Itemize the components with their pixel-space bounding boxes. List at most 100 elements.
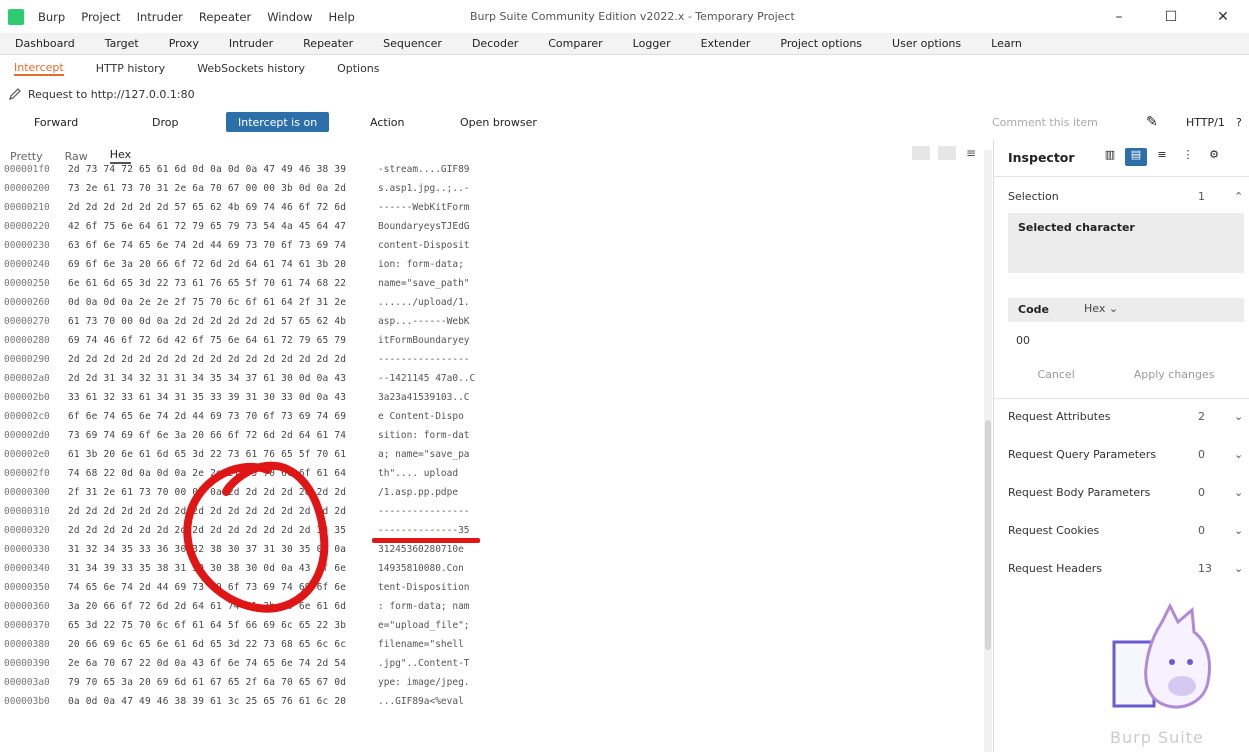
tab-raw[interactable]: Raw — [65, 150, 88, 163]
tab-options[interactable]: Options — [337, 62, 379, 75]
hex-off: 00000290 — [4, 354, 50, 365]
menu-intruder[interactable]: Intruder — [137, 10, 183, 24]
hex-ascii: ---------------- — [378, 354, 470, 365]
menu-project[interactable]: Project — [81, 10, 120, 24]
hex-row[interactable]: 00000260 0d 0a 0d 0a 2e 2e 2f 75 70 6c 6f… — [0, 297, 490, 315]
hex-row[interactable]: 000003a0 79 70 65 3a 20 69 6d 61 67 65 2f… — [0, 677, 490, 695]
layout-stack-icon[interactable] — [938, 146, 956, 160]
layout-split-icon[interactable] — [912, 146, 930, 160]
hex-row[interactable]: 000002c0 6f 6e 74 65 6e 74 2d 44 69 73 70… — [0, 411, 490, 429]
chevron-down-icon[interactable]: ⌄ — [1234, 524, 1243, 537]
hex-row[interactable]: 00000280 69 74 46 6f 72 6d 42 6f 75 6e 64… — [0, 335, 490, 353]
hex-ascii: ---------------- — [378, 506, 470, 517]
tab-websockets-history[interactable]: WebSockets history — [197, 62, 305, 75]
highlight-icon[interactable]: ✎ — [1146, 112, 1158, 132]
tab-learn[interactable]: Learn — [991, 37, 1022, 50]
drop-button[interactable]: Drop — [152, 112, 178, 132]
request-attributes-section[interactable]: Request Attributes — [1008, 410, 1110, 423]
hex-row[interactable]: 000002b0 33 61 32 33 61 34 31 35 33 39 31… — [0, 392, 490, 410]
hex-editor[interactable]: 000001f0 2d 73 74 72 65 61 6d 0d 0a 0d 0a… — [0, 162, 990, 752]
hex-row[interactable]: 00000370 65 3d 22 75 70 6c 6f 61 64 5f 66… — [0, 620, 490, 638]
apply-changes-button[interactable]: Apply changes — [1134, 368, 1215, 381]
hex-off: 00000330 — [4, 544, 50, 555]
query-params-count: 0 — [1198, 448, 1205, 461]
code-value-field[interactable]: 00 — [1008, 326, 1244, 356]
minimize-button[interactable]: – — [1093, 0, 1145, 33]
body-params-section[interactable]: Request Body Parameters — [1008, 486, 1150, 499]
hex-off: 00000210 — [4, 202, 50, 213]
window-title: Burp Suite Community Edition v2022.x - T… — [470, 10, 795, 23]
tab-intruder[interactable]: Intruder — [229, 37, 273, 50]
chevron-down-icon[interactable]: ⌄ — [1234, 562, 1243, 575]
menu-window[interactable]: Window — [267, 10, 312, 24]
chevron-up-icon[interactable]: ⌃ — [1234, 190, 1243, 203]
chevron-down-icon[interactable]: ⌄ — [1234, 410, 1243, 423]
open-browser-button[interactable]: Open browser — [460, 112, 537, 132]
query-params-section[interactable]: Request Query Parameters — [1008, 448, 1156, 461]
hex-ascii: s.asp1.jpg..;..- — [378, 183, 470, 194]
hex-bytes: 73 69 74 69 6f 6e 3a 20 66 6f 72 6d 2d 6… — [68, 430, 347, 441]
layout-active-icon[interactable]: ▤ — [1125, 148, 1147, 166]
hex-row[interactable]: 00000200 73 2e 61 73 70 31 2e 6a 70 67 00… — [0, 183, 490, 201]
chevron-down-icon[interactable]: ⌄ — [1234, 486, 1243, 499]
hex-row[interactable]: 00000390 2e 6a 70 67 22 0d 0a 43 6f 6e 74… — [0, 658, 490, 676]
tab-extender[interactable]: Extender — [701, 37, 751, 50]
hex-row[interactable]: 00000250 6e 61 6d 65 3d 22 73 61 76 65 5f… — [0, 278, 490, 296]
hex-off: 00000370 — [4, 620, 50, 631]
hex-bytes: 79 70 65 3a 20 69 6d 61 67 65 2f 6a 70 6… — [68, 677, 347, 688]
hex-ascii: content-Disposit — [378, 240, 470, 251]
tab-target[interactable]: Target — [105, 37, 139, 50]
tab-pretty[interactable]: Pretty — [10, 150, 43, 163]
hex-row[interactable]: 00000210 2d 2d 2d 2d 2d 2d 57 65 62 4b 69… — [0, 202, 490, 220]
tab-http-history[interactable]: HTTP history — [96, 62, 165, 75]
tab-sequencer[interactable]: Sequencer — [383, 37, 442, 50]
maximize-button[interactable]: ☐ — [1145, 0, 1197, 33]
hex-row[interactable]: 00000240 69 6f 6e 3a 20 66 6f 72 6d 2d 64… — [0, 259, 490, 277]
proxy-sub-tabs: Intercept HTTP history WebSockets histor… — [0, 56, 1249, 80]
tab-proxy[interactable]: Proxy — [169, 37, 199, 50]
headers-section[interactable]: Request Headers — [1008, 562, 1102, 575]
hex-off: 000002b0 — [4, 392, 50, 403]
hex-row[interactable]: 00000380 20 66 69 6c 65 6e 61 6d 65 3d 22… — [0, 639, 490, 657]
comment-field[interactable]: Comment this item — [992, 112, 1098, 132]
hex-scrollbar-thumb[interactable] — [985, 420, 991, 650]
hex-row[interactable]: 00000220 42 6f 75 6e 64 61 72 79 65 79 73… — [0, 221, 490, 239]
menu-lines-icon[interactable]: ≡ — [966, 146, 976, 160]
menu-help[interactable]: Help — [329, 10, 355, 24]
pencil-icon — [9, 88, 21, 100]
hex-row[interactable]: 000002a0 2d 2d 31 34 32 31 31 34 35 34 37… — [0, 373, 490, 391]
tab-logger[interactable]: Logger — [633, 37, 671, 50]
tab-dashboard[interactable]: Dashboard — [15, 37, 75, 50]
tab-intercept[interactable]: Intercept — [14, 61, 64, 76]
forward-button[interactable]: Forward — [34, 112, 78, 132]
selection-label[interactable]: Selection — [1008, 190, 1059, 203]
tab-comparer[interactable]: Comparer — [548, 37, 602, 50]
hex-row[interactable]: 000002d0 73 69 74 69 6f 6e 3a 20 66 6f 72… — [0, 430, 490, 448]
code-format-select[interactable]: Hex ⌄ — [1084, 302, 1118, 315]
tab-project-options[interactable]: Project options — [780, 37, 862, 50]
help-icon[interactable]: ? — [1236, 112, 1242, 132]
chevron-down-icon[interactable]: ⌄ — [1234, 448, 1243, 461]
layout-icon[interactable]: ▥ — [1099, 148, 1121, 166]
menu-repeater[interactable]: Repeater — [199, 10, 251, 24]
tab-repeater[interactable]: Repeater — [303, 37, 353, 50]
hex-row[interactable]: 00000230 63 6f 6e 74 65 6e 74 2d 44 69 73… — [0, 240, 490, 258]
settings-icon[interactable]: ⚙ — [1203, 148, 1225, 166]
cookies-section[interactable]: Request Cookies — [1008, 524, 1099, 537]
list-icon[interactable]: ⋮ — [1177, 148, 1199, 166]
tab-user-options[interactable]: User options — [892, 37, 961, 50]
hex-row[interactable]: 00000290 2d 2d 2d 2d 2d 2d 2d 2d 2d 2d 2d… — [0, 354, 490, 372]
http-version-button[interactable]: HTTP/1 — [1186, 112, 1225, 132]
hex-off: 00000310 — [4, 506, 50, 517]
action-button[interactable]: Action — [370, 112, 404, 132]
align-icon[interactable]: ≡ — [1151, 148, 1173, 166]
close-button[interactable]: ✕ — [1197, 0, 1249, 33]
menu-burp[interactable]: Burp — [38, 10, 65, 24]
cancel-button[interactable]: Cancel — [1037, 368, 1074, 381]
hex-row[interactable]: 00000270 61 73 70 00 0d 0a 2d 2d 2d 2d 2d… — [0, 316, 490, 334]
hex-row[interactable]: 000003b0 0a 0d 0a 47 49 46 38 39 61 3c 25… — [0, 696, 490, 714]
hex-ascii: ------WebKitForm — [378, 202, 470, 213]
tab-decoder[interactable]: Decoder — [472, 37, 518, 50]
hex-row[interactable]: 000001f0 2d 73 74 72 65 61 6d 0d 0a 0d 0a… — [0, 164, 490, 182]
intercept-toggle-button[interactable]: Intercept is on — [226, 112, 330, 132]
